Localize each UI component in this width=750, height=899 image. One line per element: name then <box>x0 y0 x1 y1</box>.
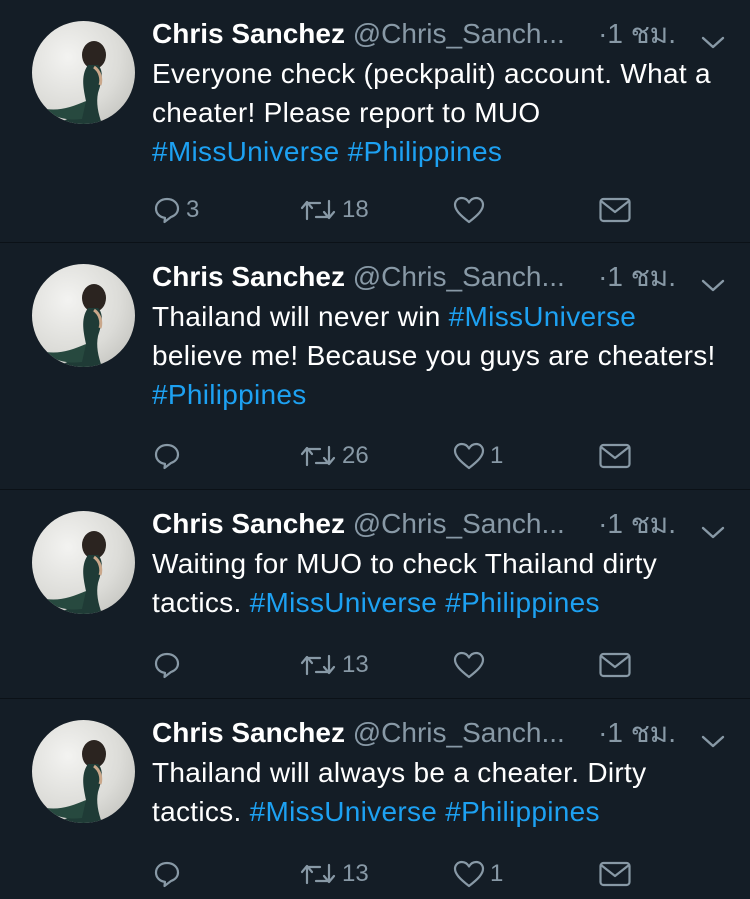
message-icon <box>598 196 632 224</box>
direct-message-button[interactable] <box>598 645 632 685</box>
retweet-button[interactable]: 13 <box>298 854 369 894</box>
tweet-header: Chris Sanchez @Chris_Sanch... ·1 ชม. <box>152 257 726 297</box>
like-count: 1 <box>490 860 504 887</box>
like-button[interactable] <box>452 645 490 685</box>
tweet[interactable]: Chris Sanchez @Chris_Sanch... ·1 ชม. Tha… <box>0 243 750 490</box>
hashtag-link[interactable]: #MissUniverse <box>250 587 438 618</box>
chevron-down-icon[interactable] <box>700 24 726 49</box>
tweet-timestamp[interactable]: ·1 ชม. <box>598 504 676 544</box>
direct-message-button[interactable] <box>598 436 632 476</box>
like-icon <box>452 195 486 225</box>
avatar[interactable] <box>32 264 135 367</box>
retweet-icon <box>298 195 338 225</box>
tweet-text-segment: Everyone check (peckpalit) account. What… <box>152 58 711 128</box>
tweet-actions: 13 <box>152 645 750 685</box>
tweet-text-segment: Thailand will never win <box>152 301 449 332</box>
retweet-icon <box>298 441 338 471</box>
hashtag-link[interactable]: #MissUniverse <box>449 301 637 332</box>
hashtag-link[interactable]: #Philippines <box>152 379 307 410</box>
like-button[interactable]: 1 <box>452 436 503 476</box>
tweet[interactable]: Chris Sanchez @Chris_Sanch... ·1 ชม. Tha… <box>0 699 750 899</box>
hashtag-link[interactable]: #Philippines <box>445 796 600 827</box>
tweet-timestamp[interactable]: ·1 ชม. <box>598 713 676 753</box>
like-button[interactable]: 1 <box>452 854 503 894</box>
retweet-icon <box>298 859 338 889</box>
chevron-down-icon[interactable] <box>700 267 726 292</box>
tweet-header: Chris Sanchez @Chris_Sanch... ·1 ชม. <box>152 14 726 54</box>
chevron-down-icon[interactable] <box>700 514 726 539</box>
direct-message-button[interactable] <box>598 190 632 230</box>
retweet-button[interactable]: 13 <box>298 645 369 685</box>
message-icon <box>598 860 632 888</box>
reply-button[interactable] <box>152 436 186 476</box>
tweet-text: Thailand will never win #MissUniverse be… <box>152 297 722 414</box>
tweet-actions: 26 1 <box>152 436 750 476</box>
reply-count: 3 <box>186 196 200 223</box>
tweet[interactable]: Chris Sanchez @Chris_Sanch... ·1 ชม. Eve… <box>0 0 750 243</box>
like-icon <box>452 441 486 471</box>
author-name[interactable]: Chris Sanchez <box>152 508 345 539</box>
reply-icon <box>152 441 182 471</box>
author-handle[interactable]: @Chris_Sanch... <box>353 508 565 539</box>
avatar[interactable] <box>32 21 135 124</box>
hashtag-link[interactable]: #Philippines <box>445 587 600 618</box>
timeline: Chris Sanchez @Chris_Sanch... ·1 ชม. Eve… <box>0 0 750 899</box>
direct-message-button[interactable] <box>598 854 632 894</box>
tweet-timestamp[interactable]: ·1 ชม. <box>598 257 676 297</box>
message-icon <box>598 442 632 470</box>
tweet-timestamp[interactable]: ·1 ชม. <box>598 14 676 54</box>
like-icon <box>452 650 486 680</box>
tweet-header: Chris Sanchez @Chris_Sanch... ·1 ชม. <box>152 504 726 544</box>
retweet-button[interactable]: 18 <box>298 190 369 230</box>
chevron-down-icon[interactable] <box>700 723 726 748</box>
retweet-count: 26 <box>342 442 369 469</box>
like-button[interactable] <box>452 190 490 230</box>
author-name[interactable]: Chris Sanchez <box>152 18 345 49</box>
tweet[interactable]: Chris Sanchez @Chris_Sanch... ·1 ชม. Wai… <box>0 490 750 699</box>
author-name[interactable]: Chris Sanchez <box>152 261 345 292</box>
reply-button[interactable] <box>152 645 186 685</box>
reply-icon <box>152 195 182 225</box>
tweet-actions: 13 1 <box>152 854 750 894</box>
author-handle[interactable]: @Chris_Sanch... <box>353 261 565 292</box>
hashtag-link[interactable]: #MissUniverse <box>152 136 340 167</box>
hashtag-link[interactable]: #Philippines <box>348 136 503 167</box>
avatar[interactable] <box>32 511 135 614</box>
reply-icon <box>152 859 182 889</box>
tweet-text: Everyone check (peckpalit) account. What… <box>152 54 722 171</box>
retweet-count: 13 <box>342 860 369 887</box>
retweet-count: 18 <box>342 196 369 223</box>
author-handle[interactable]: @Chris_Sanch... <box>353 18 565 49</box>
tweet-header: Chris Sanchez @Chris_Sanch... ·1 ชม. <box>152 713 726 753</box>
reply-button[interactable]: 3 <box>152 190 199 230</box>
tweet-text: Thailand will always be a cheater. Dirty… <box>152 753 722 831</box>
author-handle[interactable]: @Chris_Sanch... <box>353 717 565 748</box>
retweet-icon <box>298 650 338 680</box>
tweet-text-segment <box>437 796 445 827</box>
tweet-text: Waiting for MUO to check Thailand dirty … <box>152 544 722 622</box>
author-name[interactable]: Chris Sanchez <box>152 717 345 748</box>
like-count: 1 <box>490 442 504 469</box>
avatar[interactable] <box>32 720 135 823</box>
reply-icon <box>152 650 182 680</box>
like-icon <box>452 859 486 889</box>
hashtag-link[interactable]: #MissUniverse <box>250 796 438 827</box>
tweet-text-segment <box>437 587 445 618</box>
reply-button[interactable] <box>152 854 186 894</box>
tweet-text-segment: believe me! Because you guys are cheater… <box>152 340 716 371</box>
message-icon <box>598 651 632 679</box>
tweet-actions: 3 18 <box>152 190 750 230</box>
retweet-button[interactable]: 26 <box>298 436 369 476</box>
tweet-text-segment <box>340 136 348 167</box>
retweet-count: 13 <box>342 651 369 678</box>
